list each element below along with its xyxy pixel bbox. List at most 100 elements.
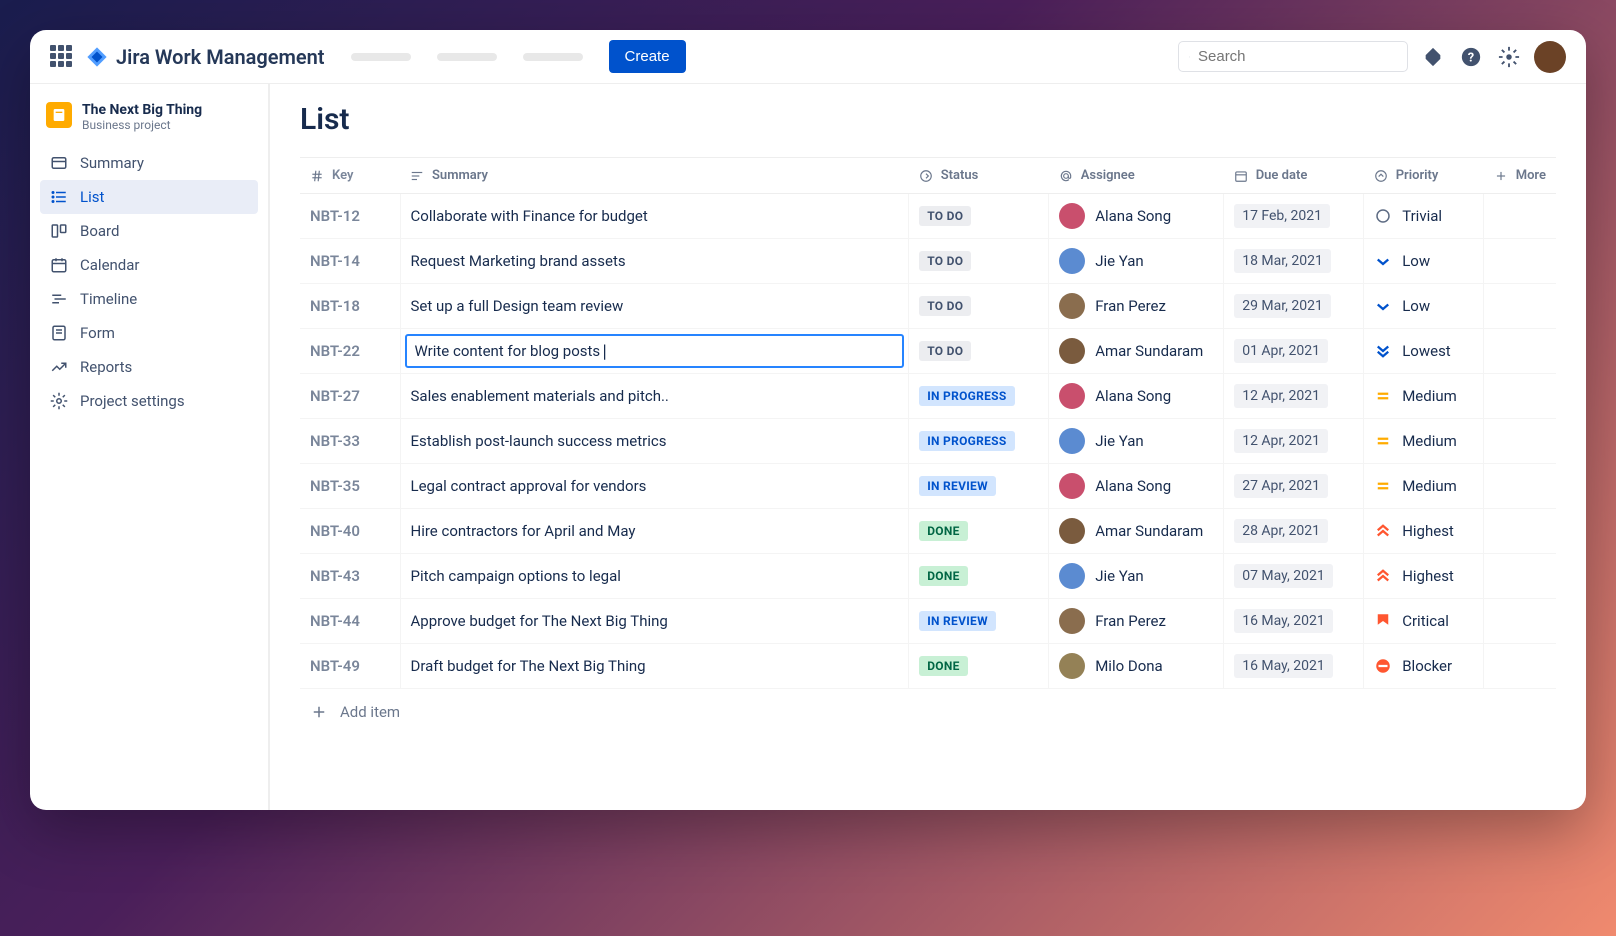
summary-cell[interactable]: Approve budget for The Next Big Thing (400, 599, 909, 644)
table-row[interactable]: NBT-27Sales enablement materials and pit… (300, 374, 1556, 419)
table-row[interactable]: NBT-22Write content for blog posts|TO DO… (300, 329, 1556, 374)
summary-cell[interactable]: Request Marketing brand assets (400, 239, 909, 284)
due-date-cell[interactable]: 16 May, 2021 (1224, 599, 1364, 644)
table-row[interactable]: NBT-18Set up a full Design team reviewTO… (300, 284, 1556, 329)
sidebar-item-reports[interactable]: Reports (40, 350, 258, 384)
summary-cell[interactable]: Legal contract approval for vendors (400, 464, 909, 509)
status-cell[interactable]: IN PROGRESS (909, 374, 1049, 419)
sidebar-item-timeline[interactable]: Timeline (40, 282, 258, 316)
sidebar-item-project-settings[interactable]: Project settings (40, 384, 258, 418)
due-date-cell[interactable]: 28 Apr, 2021 (1224, 509, 1364, 554)
user-avatar[interactable] (1534, 41, 1566, 73)
assignee-cell[interactable]: Alana Song (1049, 194, 1224, 239)
search-input[interactable] (1198, 48, 1397, 65)
priority-cell[interactable]: Critical (1364, 599, 1484, 644)
col-key[interactable]: Key (300, 158, 400, 194)
key-cell[interactable]: NBT-49 (300, 644, 400, 689)
more-cell[interactable] (1484, 509, 1556, 554)
more-cell[interactable] (1484, 374, 1556, 419)
due-date-cell[interactable]: 01 Apr, 2021 (1224, 329, 1364, 374)
assignee-cell[interactable]: Fran Perez (1049, 599, 1224, 644)
assignee-cell[interactable]: Alana Song (1049, 464, 1224, 509)
create-button[interactable]: Create (609, 40, 686, 73)
status-cell[interactable]: DONE (909, 509, 1049, 554)
key-cell[interactable]: NBT-22 (300, 329, 400, 374)
search-box[interactable] (1178, 41, 1408, 72)
key-cell[interactable]: NBT-35 (300, 464, 400, 509)
table-row[interactable]: NBT-43Pitch campaign options to legalDON… (300, 554, 1556, 599)
priority-cell[interactable]: Medium (1364, 419, 1484, 464)
due-date-cell[interactable]: 27 Apr, 2021 (1224, 464, 1364, 509)
summary-edit-input[interactable]: Write content for blog posts| (405, 334, 905, 368)
priority-cell[interactable]: Blocker (1364, 644, 1484, 689)
due-date-cell[interactable]: 12 Apr, 2021 (1224, 374, 1364, 419)
col-priority[interactable]: Priority (1364, 158, 1484, 194)
priority-cell[interactable]: Highest (1364, 509, 1484, 554)
table-row[interactable]: NBT-40Hire contractors for April and May… (300, 509, 1556, 554)
priority-cell[interactable]: Medium (1364, 464, 1484, 509)
due-date-cell[interactable]: 18 Mar, 2021 (1224, 239, 1364, 284)
summary-cell[interactable]: Sales enablement materials and pitch.. (400, 374, 909, 419)
more-cell[interactable] (1484, 644, 1556, 689)
add-item-button[interactable]: Add item (300, 689, 1556, 735)
key-cell[interactable]: NBT-43 (300, 554, 400, 599)
table-row[interactable]: NBT-14Request Marketing brand assetsTO D… (300, 239, 1556, 284)
key-cell[interactable]: NBT-12 (300, 194, 400, 239)
col-due-date[interactable]: Due date (1224, 158, 1364, 194)
assignee-cell[interactable]: Fran Perez (1049, 284, 1224, 329)
due-date-cell[interactable]: 12 Apr, 2021 (1224, 419, 1364, 464)
status-cell[interactable]: DONE (909, 644, 1049, 689)
priority-cell[interactable]: Trivial (1364, 194, 1484, 239)
table-row[interactable]: NBT-35Legal contract approval for vendor… (300, 464, 1556, 509)
priority-cell[interactable]: Medium (1364, 374, 1484, 419)
due-date-cell[interactable]: 07 May, 2021 (1224, 554, 1364, 599)
status-cell[interactable]: TO DO (909, 284, 1049, 329)
table-row[interactable]: NBT-44Approve budget for The Next Big Th… (300, 599, 1556, 644)
status-cell[interactable]: DONE (909, 554, 1049, 599)
more-cell[interactable] (1484, 554, 1556, 599)
app-switcher-icon[interactable] (50, 45, 74, 69)
priority-cell[interactable]: Low (1364, 239, 1484, 284)
sidebar-item-calendar[interactable]: Calendar (40, 248, 258, 282)
key-cell[interactable]: NBT-33 (300, 419, 400, 464)
notifications-icon[interactable] (1420, 44, 1446, 70)
priority-cell[interactable]: Lowest (1364, 329, 1484, 374)
priority-cell[interactable]: Highest (1364, 554, 1484, 599)
status-cell[interactable]: TO DO (909, 329, 1049, 374)
summary-cell[interactable]: Set up a full Design team review (400, 284, 909, 329)
product-logo[interactable]: Jira Work Management (86, 45, 325, 69)
status-cell[interactable]: TO DO (909, 239, 1049, 284)
col-status[interactable]: Status (909, 158, 1049, 194)
due-date-cell[interactable]: 17 Feb, 2021 (1224, 194, 1364, 239)
assignee-cell[interactable]: Alana Song (1049, 374, 1224, 419)
status-cell[interactable]: IN REVIEW (909, 464, 1049, 509)
summary-cell[interactable]: Establish post-launch success metrics (400, 419, 909, 464)
key-cell[interactable]: NBT-44 (300, 599, 400, 644)
summary-cell[interactable]: Hire contractors for April and May (400, 509, 909, 554)
assignee-cell[interactable]: Amar Sundaram (1049, 329, 1224, 374)
more-cell[interactable] (1484, 419, 1556, 464)
more-cell[interactable] (1484, 239, 1556, 284)
table-row[interactable]: NBT-12Collaborate with Finance for budge… (300, 194, 1556, 239)
assignee-cell[interactable]: Amar Sundaram (1049, 509, 1224, 554)
more-cell[interactable] (1484, 329, 1556, 374)
assignee-cell[interactable]: Jie Yan (1049, 419, 1224, 464)
more-cell[interactable] (1484, 284, 1556, 329)
more-cell[interactable] (1484, 599, 1556, 644)
summary-cell[interactable]: Draft budget for The Next Big Thing (400, 644, 909, 689)
assignee-cell[interactable]: Jie Yan (1049, 239, 1224, 284)
table-row[interactable]: NBT-49Draft budget for The Next Big Thin… (300, 644, 1556, 689)
summary-cell[interactable]: Collaborate with Finance for budget (400, 194, 909, 239)
more-cell[interactable] (1484, 464, 1556, 509)
col-more[interactable]: More (1484, 158, 1556, 194)
sidebar-item-board[interactable]: Board (40, 214, 258, 248)
status-cell[interactable]: IN REVIEW (909, 599, 1049, 644)
key-cell[interactable]: NBT-18 (300, 284, 400, 329)
settings-icon[interactable] (1496, 44, 1522, 70)
due-date-cell[interactable]: 16 May, 2021 (1224, 644, 1364, 689)
table-row[interactable]: NBT-33Establish post-launch success metr… (300, 419, 1556, 464)
sidebar-item-summary[interactable]: Summary (40, 146, 258, 180)
sidebar-item-form[interactable]: Form (40, 316, 258, 350)
sidebar-item-list[interactable]: List (40, 180, 258, 214)
key-cell[interactable]: NBT-27 (300, 374, 400, 419)
